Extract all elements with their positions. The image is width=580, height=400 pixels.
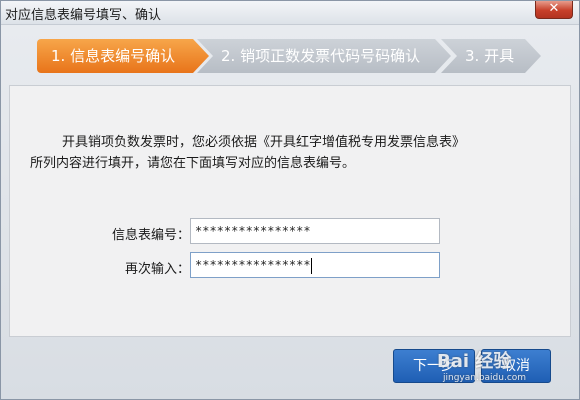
watermark-url: jingyan.baidu.com bbox=[443, 373, 527, 383]
watermark-text: Bai 经验 bbox=[437, 351, 512, 372]
window-title: 对应信息表编号填写、确认 bbox=[5, 8, 162, 23]
instruction-text: 开具销项负数发票时，您必须依据《开具红字增值税专用发票信息表》 所列内容进行填开… bbox=[30, 132, 550, 174]
info-number-input[interactable]: **************** bbox=[190, 218, 440, 244]
title-bar: 对应信息表编号填写、确认 ✕ bbox=[1, 1, 579, 25]
info-number-label: 信息表编号： bbox=[111, 228, 190, 243]
content-panel: 开具销项负数发票时，您必须依据《开具红字增值税专用发票信息表》 所列内容进行填开… bbox=[9, 85, 571, 337]
close-icon: ✕ bbox=[548, 1, 560, 16]
step-info-number-confirm: 1. 信息表编号确认 bbox=[37, 39, 209, 73]
wizard-steps: 1. 信息表编号确认 2. 销项正数发票代码号码确认 3. 开具 bbox=[1, 29, 579, 81]
step-label: 1. 信息表编号确认 bbox=[51, 47, 176, 65]
confirm-number-label: 再次输入： bbox=[124, 262, 190, 277]
dialog-window: 对应信息表编号填写、确认 ✕ 1. 信息表编号确认 2. 销项正数发票代码号码确… bbox=[0, 0, 580, 400]
confirm-number-value: **************** bbox=[195, 258, 311, 272]
close-button[interactable]: ✕ bbox=[535, 1, 573, 19]
step-issue: 3. 开具 bbox=[441, 39, 541, 73]
step-label: 2. 销项正数发票代码号码确认 bbox=[221, 47, 421, 65]
info-number-value: **************** bbox=[195, 224, 311, 238]
text-caret bbox=[310, 257, 312, 274]
instruction-line-2: 所列内容进行填开，请您在下面填写对应的信息表编号。 bbox=[30, 156, 356, 171]
confirm-number-input[interactable]: **************** bbox=[190, 252, 440, 278]
step-label: 3. 开具 bbox=[465, 47, 515, 65]
baidu-watermark: Bai 经验 bbox=[437, 347, 511, 373]
step-invoice-code-confirm: 2. 销项正数发票代码号码确认 bbox=[197, 39, 451, 73]
instruction-line-1: 开具销项负数发票时，您必须依据《开具红字增值税专用发票信息表》 bbox=[62, 135, 466, 150]
